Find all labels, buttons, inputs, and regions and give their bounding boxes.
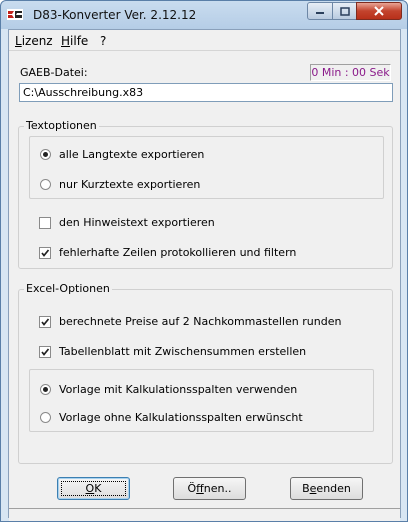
checkmark-icon: [41, 248, 50, 257]
main-panel: GAEB-Datei: 0 Min : 00 Sek C:\Ausschreib…: [9, 51, 400, 521]
radio-indicator[interactable]: [40, 384, 51, 395]
ok-button[interactable]: OK: [57, 477, 130, 500]
radio-all-longtexts-label: alle Langtexte exportieren: [59, 148, 205, 161]
check-round-prices[interactable]: berechnete Preise auf 2 Nachkommastellen…: [39, 315, 341, 328]
check-export-hint[interactable]: den Hinweistext exportieren: [39, 216, 215, 229]
checkmark-icon: [41, 317, 50, 326]
excel-options-title: Excel-Optionen: [24, 282, 112, 295]
checkbox-indicator[interactable]: [39, 345, 51, 358]
template-radio-group: Vorlage mit Kalkulationsspalten verwende…: [29, 369, 374, 432]
check-subtotals-label: Tabellenblatt mit Zwischensummen erstell…: [59, 345, 307, 358]
checkbox-indicator[interactable]: [39, 216, 51, 229]
minimize-icon: [316, 12, 324, 14]
excel-options-group: Excel-Optionen berechnete Preise auf 2 N…: [18, 282, 393, 464]
elapsed-timer: 0 Min : 00 Sek: [310, 64, 391, 81]
check-subtotals[interactable]: Tabellenblatt mit Zwischensummen erstell…: [39, 345, 306, 358]
close-button[interactable]: [356, 2, 402, 20]
title-bar[interactable]: D83-Konverter Ver. 2.12.12: [1, 1, 407, 29]
radio-template-without-calc-label: Vorlage ohne Kalkulationsspalten erwünsc…: [59, 411, 303, 424]
check-round-prices-label: berechnete Preise auf 2 Nachkommastellen…: [59, 315, 342, 328]
radio-all-longtexts[interactable]: alle Langtexte exportieren: [40, 148, 204, 161]
radio-template-with-calc[interactable]: Vorlage mit Kalkulationsspalten verwende…: [40, 383, 297, 396]
text-export-radio-group: alle Langtexte exportieren nur Kurztexte…: [29, 136, 384, 199]
check-log-errors[interactable]: fehlerhafte Zeilen protokollieren und fi…: [39, 246, 296, 259]
menu-lizenz[interactable]: Lizenz: [15, 34, 53, 48]
status-bar: [9, 508, 400, 521]
gaeb-file-input[interactable]: C:\Ausschreibung.x83: [19, 83, 393, 102]
focus-rect: [61, 481, 126, 496]
quit-button[interactable]: Beenden: [290, 477, 363, 500]
menu-bar: Lizenz Hilfe ?: [9, 30, 400, 51]
radio-short-texts-label: nur Kurztexte exportieren: [59, 178, 201, 191]
check-log-errors-label: fehlerhafte Zeilen protokollieren und fi…: [59, 246, 297, 259]
radio-template-with-calc-label: Vorlage mit Kalkulationsspalten verwende…: [59, 383, 298, 396]
open-button[interactable]: Öffnen..: [173, 477, 246, 500]
maximize-icon: [339, 6, 350, 16]
maximize-button[interactable]: [332, 2, 357, 20]
radio-indicator[interactable]: [40, 179, 51, 190]
radio-indicator[interactable]: [40, 149, 51, 160]
app-window: D83-Konverter Ver. 2.12.12 Lizenz Hilfe …: [0, 0, 408, 522]
radio-template-without-calc[interactable]: Vorlage ohne Kalkulationsspalten erwünsc…: [40, 411, 303, 424]
check-export-hint-label: den Hinweistext exportieren: [59, 216, 215, 229]
radio-indicator[interactable]: [40, 412, 51, 423]
menu-hilfe[interactable]: Hilfe: [61, 34, 88, 48]
client-area: Lizenz Hilfe ? GAEB-Datei: 0 Min : 00 Se…: [8, 29, 401, 521]
text-options-group: Textoptionen alle Langtexte exportieren …: [18, 119, 393, 269]
radio-short-texts[interactable]: nur Kurztexte exportieren: [40, 178, 200, 191]
text-options-title: Textoptionen: [24, 119, 99, 132]
window-title: D83-Konverter Ver. 2.12.12: [33, 8, 197, 22]
checkmark-icon: [41, 347, 50, 356]
minimize-button[interactable]: [307, 2, 333, 20]
gaeb-file-label: GAEB-Datei:: [20, 66, 88, 79]
checkbox-indicator[interactable]: [39, 246, 51, 259]
checkbox-indicator[interactable]: [39, 315, 51, 328]
menu-help-about[interactable]: ?: [100, 34, 106, 48]
close-icon: [374, 6, 384, 16]
app-logo-icon: [7, 9, 23, 20]
